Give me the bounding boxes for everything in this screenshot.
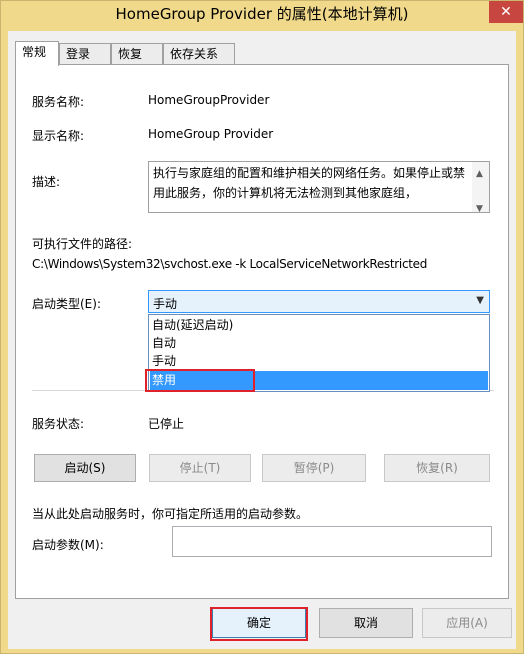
tab-recovery[interactable]: 恢复 <box>111 43 163 65</box>
general-panel: 服务名称: HomeGroupProvider 显示名称: HomeGroup … <box>15 64 509 599</box>
apply-button[interactable]: 应用(A) <box>422 608 512 638</box>
startup-type-select[interactable]: 手动 ▼ <box>148 290 490 313</box>
display-name-label: 显示名称: <box>32 129 85 143</box>
window-title: HomeGroup Provider 的属性(本地计算机) <box>115 5 409 23</box>
tab-dependencies[interactable]: 依存关系 <box>163 43 235 65</box>
highlight-box <box>145 369 255 392</box>
properties-window: HomeGroup Provider 的属性(本地计算机) ✕ 常规 登录 恢复… <box>0 0 524 654</box>
close-button[interactable]: ✕ <box>489 1 523 23</box>
cancel-button[interactable]: 取消 <box>319 608 413 638</box>
description-text: 执行与家庭组的配置和维护相关的网络任务。如果停止或禁用此服务，你的计算机将无法检… <box>153 166 466 200</box>
ok-highlight-box <box>210 607 308 641</box>
stop-button[interactable]: 停止(T) <box>149 454 251 482</box>
chevron-down-icon: ▼ <box>476 295 484 306</box>
path-label: 可执行文件的路径: <box>32 237 133 251</box>
display-name-value: HomeGroup Provider <box>148 127 274 141</box>
resume-button[interactable]: 恢复(R) <box>384 454 490 482</box>
service-status-label: 服务状态: <box>32 417 85 431</box>
close-icon: ✕ <box>500 4 512 20</box>
startup-type-label: 启动类型(E): <box>32 297 101 311</box>
start-params-label: 启动参数(M): <box>32 538 104 552</box>
option-auto[interactable]: 自动 <box>150 334 488 353</box>
option-auto-delayed[interactable]: 自动(延迟启动) <box>150 316 488 335</box>
dialog-client: 常规 登录 恢复 依存关系 服务名称: HomeGroupProvider 显示… <box>8 31 516 649</box>
start-button[interactable]: 启动(S) <box>34 454 136 482</box>
service-name-value: HomeGroupProvider <box>148 93 270 107</box>
tab-general[interactable]: 常规 <box>15 41 59 66</box>
tab-logon[interactable]: 登录 <box>59 43 111 65</box>
path-value: C:\Windows\System32\svchost.exe -k Local… <box>32 257 428 271</box>
description-scrollbar[interactable]: ▲ ▼ <box>472 162 489 212</box>
start-params-hint: 当从此处启动服务时，你可指定所适用的启动参数。 <box>32 507 309 521</box>
start-params-input[interactable] <box>172 526 492 557</box>
service-name-label: 服务名称: <box>32 95 85 109</box>
pause-button[interactable]: 暂停(P) <box>262 454 366 482</box>
scroll-up-icon[interactable]: ▲ <box>476 164 483 184</box>
scroll-down-icon[interactable]: ▼ <box>476 199 483 212</box>
description-label: 描述: <box>32 175 61 189</box>
startup-type-current: 手动 <box>153 297 178 311</box>
description-box[interactable]: 执行与家庭组的配置和维护相关的网络任务。如果停止或禁用此服务，你的计算机将无法检… <box>148 161 490 213</box>
service-status-value: 已停止 <box>148 417 185 431</box>
